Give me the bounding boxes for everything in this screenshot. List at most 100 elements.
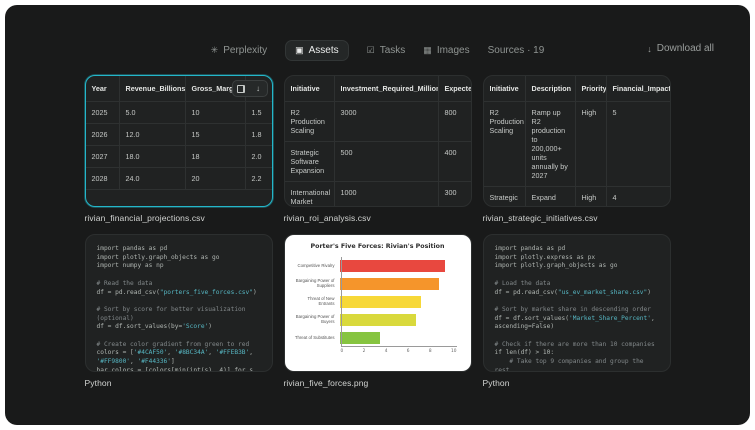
- asset-card-code-market-share: import pandas as pd import plotly.express…: [482, 234, 671, 389]
- code-line: bar_colors = [colors[min(int(s), 4)] for…: [96, 366, 253, 372]
- tab-tasks[interactable]: ☑ Tasks: [367, 45, 406, 56]
- tab-sources-label: Sources · 19: [487, 44, 545, 56]
- roi-analysis-table-preview[interactable]: Initiative Investment_Required_Millions Ex…: [283, 75, 472, 207]
- table-cell: 18: [184, 145, 246, 168]
- chart-bar: [339, 260, 445, 272]
- table-row: 2025 5.0 10 1.5: [85, 101, 272, 124]
- tab-tasks-label: Tasks: [379, 44, 406, 56]
- column-header: Revenue_Billions: [118, 76, 186, 102]
- chart-x-tick: 0: [340, 349, 344, 354]
- column-header: Initiative: [483, 76, 526, 102]
- chart-plot: Competitive Rivalry Bargaining Power of S…: [295, 257, 457, 347]
- table-row: 2027 18.0 18 2.0: [85, 145, 272, 168]
- table-cell: 800: [437, 101, 471, 142]
- chart-x-tick: 6: [406, 349, 410, 354]
- chart-bar: [339, 332, 381, 344]
- code-line: import plotly.graph_objects as go: [96, 253, 220, 261]
- table-cell: 1000: [333, 181, 439, 206]
- table-cell: Strategic: [483, 186, 526, 206]
- table-header-row: Initiative Description Priority Financial_I…: [483, 76, 670, 102]
- table-cell: 12.0: [118, 123, 186, 146]
- table-cell: 300: [437, 181, 471, 206]
- tab-perplexity[interactable]: ✳ Perplexity: [211, 45, 267, 56]
- code-line: colors = ['#4CAF50', '#8BC34A', '#FFEB3B…: [96, 349, 254, 357]
- data-table: Initiative Investment_Required_Millions Ex…: [284, 76, 471, 206]
- chart-bar-row: Threat of New Entrants: [295, 293, 457, 311]
- download-asset-button[interactable]: ↓: [250, 81, 267, 96]
- download-all-label: Download all: [656, 43, 714, 54]
- code-line: # Create color gradient from green to re…: [96, 340, 250, 348]
- asset-filename: rivian_financial_projections.csv: [84, 213, 205, 223]
- code-line: if len(df) > 10:: [494, 349, 555, 357]
- chart-bar-row: Bargaining Power of Suppliers: [295, 275, 457, 293]
- code-line: df = df.sort_values(by='Score'): [96, 323, 213, 331]
- assets-panel: ✳ Perplexity ▣ Assets ☑ Tasks ▦ Images S…: [5, 5, 750, 425]
- table-cell: High: [574, 101, 607, 187]
- chart-title: Porter's Five Forces: Rivian's Position: [310, 243, 445, 250]
- chart-bar-row: Bargaining Power of Buyers: [295, 311, 457, 329]
- tab-assets-label: Assets: [308, 44, 339, 56]
- table-cell: 1.8: [244, 123, 272, 146]
- download-icon: ↓: [256, 84, 260, 93]
- python-code-preview[interactable]: import pandas as pd import plotly.express…: [482, 234, 671, 372]
- table-cell: 2026: [85, 123, 120, 146]
- python-code-preview[interactable]: import pandas as pd import plotly.graph_o…: [84, 234, 273, 372]
- code-line: import numpy as np: [96, 262, 164, 270]
- five-forces-chart-preview[interactable]: Porter's Five Forces: Rivian's Position …: [283, 234, 472, 372]
- code-line: import plotly.graph_objects as go: [494, 262, 618, 270]
- column-header: Initiative: [284, 76, 335, 102]
- chart-category-label: Threat of New Entrants: [307, 296, 335, 306]
- assets-grid: ↓ YearRevenue_BillionsGross_Margin_Pe202…: [84, 75, 671, 389]
- table-cell: 24.0: [118, 167, 186, 190]
- code-line: import pandas as pd: [494, 245, 566, 252]
- code-line: df = pd.read_csv("us_ev_market_share.csv…: [494, 288, 651, 296]
- chart-bar-track: [339, 278, 457, 290]
- chart-category-label: Threat of Substitutes: [294, 334, 335, 340]
- financial-projections-table-preview[interactable]: ↓ YearRevenue_BillionsGross_Margin_Pe202…: [84, 75, 273, 207]
- asset-card-strategic-initiatives: Initiative Description Priority Financial_I…: [482, 75, 671, 224]
- asset-card-financial-projections: ↓ YearRevenue_BillionsGross_Margin_Pe202…: [84, 75, 273, 224]
- code-line: # Load the data: [494, 279, 551, 287]
- table-cell: 15: [184, 123, 246, 146]
- tab-sources[interactable]: Sources · 19: [488, 45, 545, 56]
- table-cell: Ramp up R2 production to 200,000+ units …: [524, 101, 576, 187]
- code-line: df = df.sort_values('Market_Share_Percen…: [494, 314, 655, 322]
- strategic-initiatives-table-preview[interactable]: Initiative Description Priority Financial_I…: [482, 75, 671, 207]
- table-row: 2028 24.0 20 2.2: [85, 167, 272, 190]
- download-all-button[interactable]: ↓ Download all: [647, 43, 714, 54]
- code-line: # Take top 9 companies and group the res…: [494, 358, 648, 372]
- table-row: Strategic Expand High 4: [483, 186, 670, 206]
- chart-bar-row: Threat of Substitutes: [295, 329, 457, 347]
- chart-bar-track: [339, 314, 457, 326]
- chart-x-tick: 10: [450, 349, 457, 354]
- code-line: # Sort by market share in descending ord…: [494, 305, 651, 313]
- table-row: International Market Expansion1000300: [284, 181, 471, 206]
- asset-language-label: Python: [482, 378, 510, 388]
- chart-x-tick: 4: [384, 349, 388, 354]
- chart-category-label: Bargaining Power of Suppliers: [295, 278, 335, 288]
- table-cell: 500: [333, 141, 439, 182]
- chart-category-label: Competitive Rivalry: [297, 262, 335, 268]
- code-line: (optional): [96, 314, 134, 322]
- copy-icon: [237, 84, 245, 93]
- chart-bar: [339, 314, 416, 326]
- assets-icon: ▣: [295, 44, 304, 55]
- asset-language-label: Python: [84, 378, 112, 388]
- asset-filename: rivian_strategic_initiatives.csv: [482, 213, 598, 223]
- chart-bar: [339, 296, 422, 308]
- tab-images[interactable]: ▦ Images: [423, 45, 469, 56]
- images-icon: ▦: [423, 44, 432, 55]
- table-cell: 400: [437, 141, 471, 182]
- code-line: # Read the data: [96, 279, 153, 287]
- asset-filename: rivian_roi_analysis.csv: [283, 213, 371, 223]
- table-cell: 2027: [85, 145, 120, 168]
- chart-bar-track: [339, 260, 457, 272]
- chart-category-label: Bargaining Power of Buyers: [295, 314, 335, 324]
- asset-card-five-forces-chart: Porter's Five Forces: Rivian's Position …: [283, 234, 472, 389]
- copy-button[interactable]: [233, 81, 250, 96]
- tab-assets[interactable]: ▣ Assets: [285, 39, 349, 61]
